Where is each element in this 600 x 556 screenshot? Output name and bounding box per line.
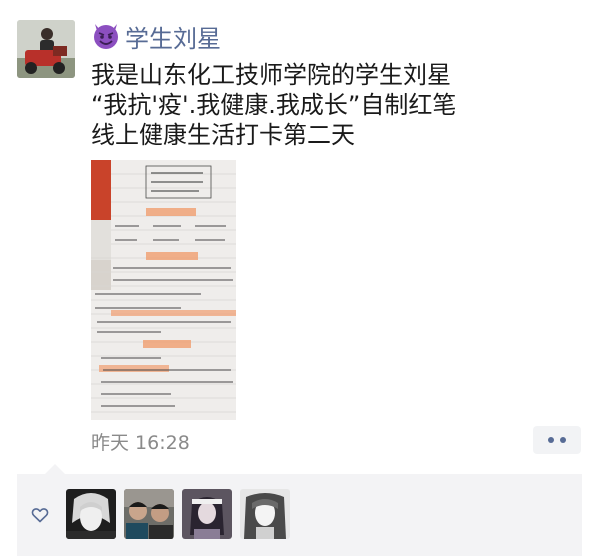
liker-2-image [124,489,174,539]
poster-avatar[interactable] [17,20,75,78]
post-photo-thumbnail[interactable] [91,160,236,420]
dot [560,437,566,443]
dot [548,437,554,443]
liker-avatar-1[interactable] [66,489,116,539]
poster-name: 学生刘星 [125,24,221,53]
poster-name-link[interactable]: 学生刘星 [91,20,221,53]
more-dots-icon[interactable] [533,426,581,454]
liker-3-image [182,489,232,539]
smiling-devil-icon [94,24,118,49]
post-text-line: 线上健康生活打卡第二天 [91,121,355,149]
notebook-photo [91,160,236,420]
likes-panel-arrow [45,464,65,474]
post-text: 我是山东化工技师学院的学生刘星 “我抗'疫'.我健康.我成长”自制红笔 线上健康… [91,60,531,150]
heart-outline-icon [31,508,49,523]
avatar-photo [17,20,75,78]
liker-avatar-2[interactable] [124,489,174,539]
post-text-line: “我抗'疫'.我健康.我成长”自制红笔 [91,91,457,119]
liker-avatar-3[interactable] [182,489,232,539]
post-text-line: 我是山东化工技师学院的学生刘星 [91,61,451,89]
liker-avatar-4[interactable] [240,489,290,539]
liker-1-image [66,489,116,539]
likes-panel [17,464,582,556]
post-timestamp: 昨天 16:28 [91,432,190,454]
liker-4-image [240,489,290,539]
